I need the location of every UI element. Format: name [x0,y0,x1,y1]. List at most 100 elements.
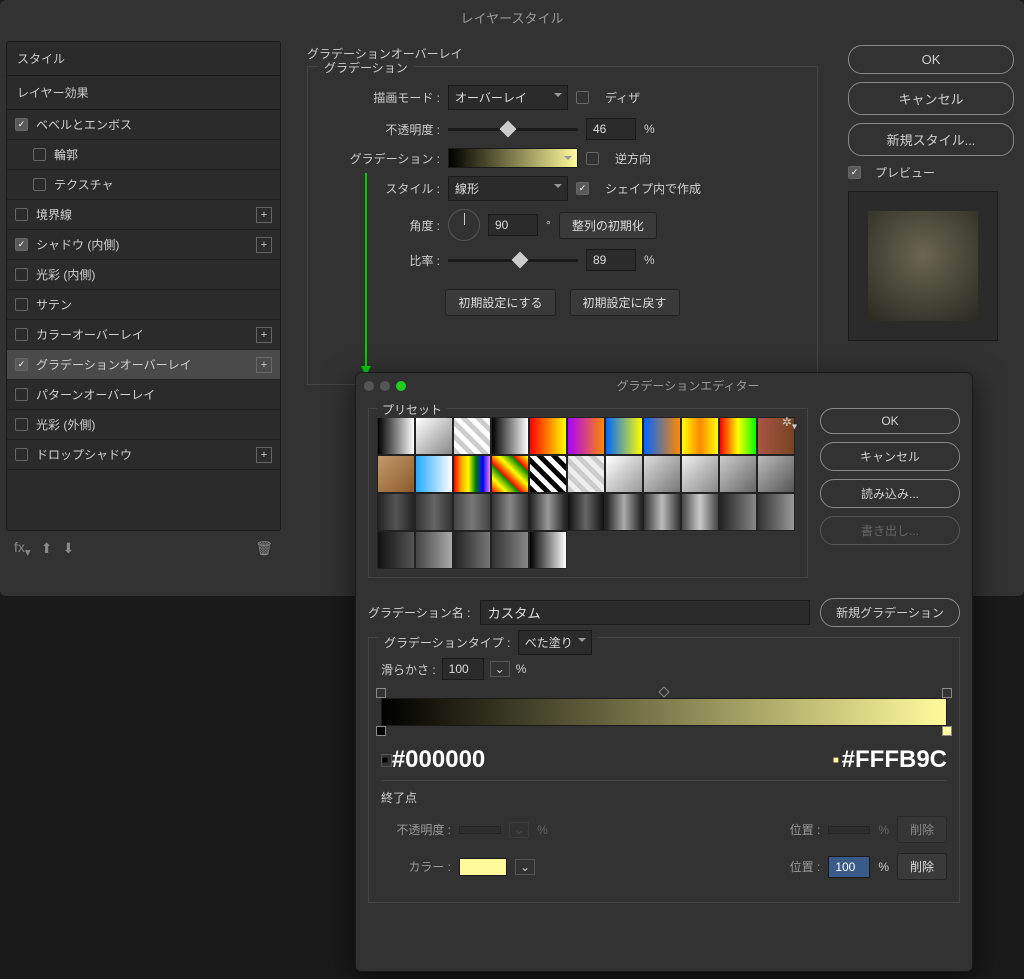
gradient-preset[interactable] [491,493,529,531]
gradient-name-input[interactable] [480,600,810,625]
ok-button[interactable]: OK [848,45,1014,74]
gradient-preset[interactable] [453,417,491,455]
new-gradient-button[interactable]: 新規グラデーション [820,598,960,627]
gradient-preset[interactable] [377,455,415,493]
gradient-preset[interactable] [643,455,681,493]
style-select[interactable]: 線形 [448,176,568,201]
gradient-preset[interactable] [453,531,491,569]
gradient-preset[interactable] [529,531,567,569]
gradient-preset[interactable] [529,493,567,531]
editor-ok-button[interactable]: OK [820,408,960,434]
gradient-preset[interactable] [415,493,453,531]
new-style-button[interactable]: 新規スタイル... [848,123,1014,156]
add-effect-icon[interactable]: + [256,327,272,343]
reset-align-button[interactable]: 整列の初期化 [559,212,657,239]
styles-header[interactable]: スタイル [7,42,280,76]
ep-position-input-2[interactable]: 100 [828,856,870,878]
opacity-slider[interactable] [448,128,578,131]
effect-checkbox[interactable] [15,418,28,431]
gear-icon[interactable]: ✲▾ [782,415,797,432]
gradient-preset[interactable] [605,455,643,493]
gradient-preset[interactable] [377,417,415,455]
effect-item[interactable]: グラデーションオーバーレイ+ [7,350,280,380]
gradient-preset[interactable] [529,417,567,455]
effect-item[interactable]: ベベルとエンボス [7,110,280,140]
dither-checkbox[interactable] [576,91,589,104]
scale-input[interactable]: 89 [586,249,636,271]
color-stop-right[interactable] [942,726,952,736]
effect-item[interactable]: テクスチャ [7,170,280,200]
effect-item[interactable]: カラーオーバーレイ+ [7,320,280,350]
gradient-preset[interactable] [605,417,643,455]
gradient-bar[interactable] [381,698,947,726]
effect-checkbox[interactable] [15,388,28,401]
gradient-preset[interactable] [453,493,491,531]
effects-header[interactable]: レイヤー効果 [7,76,280,110]
gradient-preset[interactable] [377,493,415,531]
opacity-input[interactable]: 46 [586,118,636,140]
smooth-dropdown-icon[interactable]: ⌄ [490,661,510,677]
effect-item[interactable]: サテン [7,290,280,320]
gradient-preset[interactable] [681,455,719,493]
gradient-preset[interactable] [453,455,491,493]
effect-checkbox[interactable] [15,358,28,371]
cancel-button[interactable]: キャンセル [848,82,1014,115]
gradient-preset[interactable] [415,417,453,455]
effect-item[interactable]: 光彩 (内側) [7,260,280,290]
gradient-preset[interactable] [757,455,795,493]
effect-checkbox[interactable] [15,238,28,251]
smooth-input[interactable]: 100 [442,658,484,680]
effect-item[interactable]: 光彩 (外側) [7,410,280,440]
gradient-swatch[interactable] [448,148,578,168]
effect-checkbox[interactable] [15,208,28,221]
gradient-preset[interactable] [377,531,415,569]
gradient-preset[interactable] [491,417,529,455]
effect-checkbox[interactable] [15,118,28,131]
gradient-preset[interactable] [415,531,453,569]
effect-item[interactable]: 輪郭 [7,140,280,170]
gradient-preset[interactable] [643,417,681,455]
gradient-preset[interactable] [491,455,529,493]
effect-checkbox[interactable] [33,148,46,161]
gradient-preset[interactable] [605,493,643,531]
reverse-checkbox[interactable] [586,152,599,165]
align-checkbox[interactable] [576,182,589,195]
gradient-preset[interactable] [719,417,757,455]
effect-item[interactable]: シャドウ (内側)+ [7,230,280,260]
fx-menu-icon[interactable]: fx▾ [14,539,31,559]
gradient-preset[interactable] [681,493,719,531]
color-well[interactable] [459,858,507,876]
effect-checkbox[interactable] [15,298,28,311]
load-button[interactable]: 読み込み... [820,479,960,508]
maximize-icon[interactable] [396,381,406,391]
color-dropdown-icon[interactable]: ⌄ [515,859,535,875]
gradient-preset[interactable] [643,493,681,531]
type-select[interactable]: べた塗り [518,630,592,655]
delete-color-stop-button[interactable]: 削除 [897,853,947,880]
gradient-preset[interactable] [567,455,605,493]
add-effect-icon[interactable]: + [256,207,272,223]
gradient-preset[interactable] [415,455,453,493]
blend-mode-select[interactable]: オーバーレイ [448,85,568,110]
titlebar[interactable]: グラデーションエディター [356,373,972,398]
midpoint-handle[interactable] [658,686,669,697]
gradient-preset[interactable] [567,417,605,455]
opacity-stop-left[interactable] [376,688,386,698]
reset-default-button[interactable]: 初期設定に戻す [570,289,680,316]
editor-cancel-button[interactable]: キャンセル [820,442,960,471]
effect-item[interactable]: パターンオーバーレイ [7,380,280,410]
gradient-preset[interactable] [567,493,605,531]
add-effect-icon[interactable]: + [256,447,272,463]
opacity-stop-right[interactable] [942,688,952,698]
add-effect-icon[interactable]: + [256,357,272,373]
gradient-preset[interactable] [719,493,757,531]
gradient-preset[interactable] [757,493,795,531]
move-down-icon[interactable]: ⬇ [62,540,74,557]
effect-item[interactable]: ドロップシャドウ+ [7,440,280,470]
trash-icon[interactable]: 🗑 [255,540,273,557]
effect-checkbox[interactable] [15,328,28,341]
effect-checkbox[interactable] [15,268,28,281]
angle-input[interactable]: 90 [488,214,538,236]
effect-item[interactable]: 境界線+ [7,200,280,230]
move-up-icon[interactable]: ⬆ [41,540,53,557]
